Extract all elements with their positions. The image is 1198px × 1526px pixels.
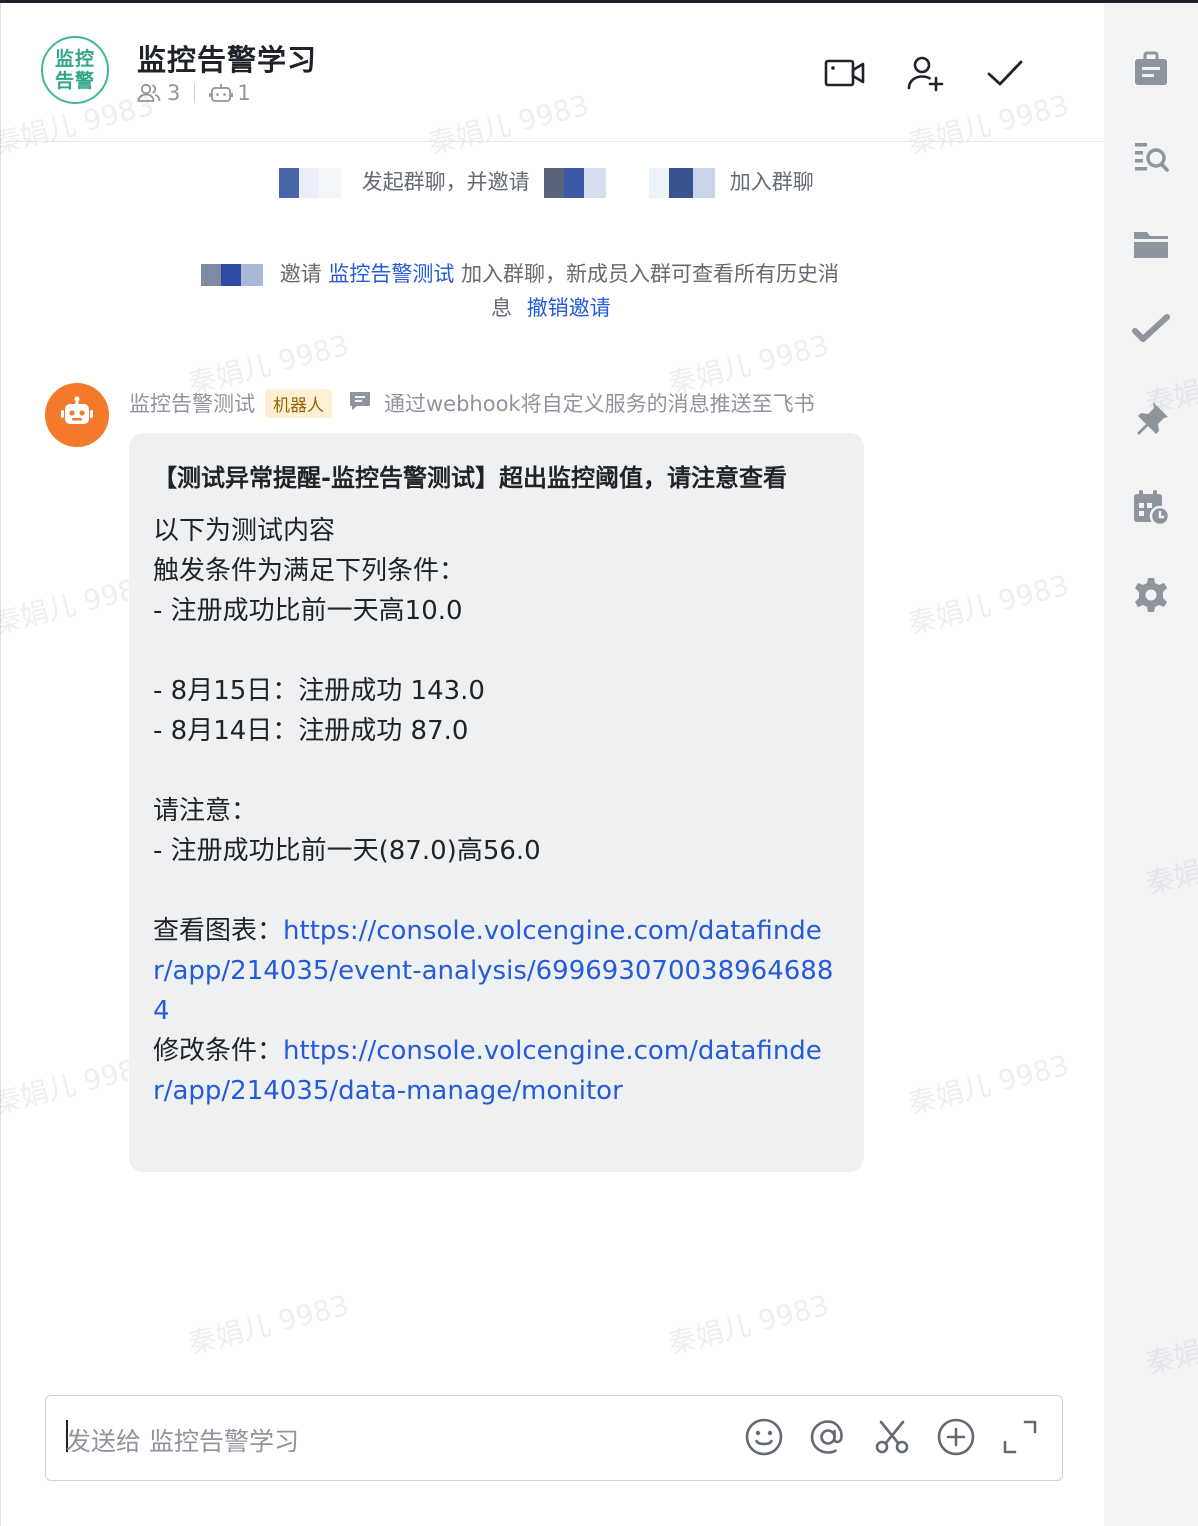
calendar-icon bbox=[1131, 487, 1171, 531]
chart-link-label: 查看图表： bbox=[153, 916, 284, 946]
watermark: 秦娟儿 9983 bbox=[904, 1048, 1073, 1121]
system-text: 发起群聊，并邀请 bbox=[361, 170, 530, 194]
done-button[interactable] bbox=[983, 53, 1027, 97]
add-member-button[interactable] bbox=[903, 53, 947, 97]
announcement-icon bbox=[1131, 49, 1171, 93]
message-line: - 8月15日：注册成功 143.0 bbox=[153, 676, 485, 706]
expand-editor-button[interactable] bbox=[999, 1418, 1041, 1460]
bot-avatar[interactable] bbox=[45, 383, 109, 447]
redacted-avatar bbox=[649, 168, 716, 198]
bot-header: 监控告警测试 机器人 通过webhook将自定义服务的消息推送至飞书 bbox=[129, 388, 815, 418]
message-line: 触发条件为满足下列条件： bbox=[153, 556, 466, 586]
chat-title[interactable]: 监控告警学习 bbox=[137, 37, 317, 79]
header-divider bbox=[5, 141, 1105, 142]
group-avatar-text: 告警 bbox=[54, 70, 95, 92]
mention-button[interactable] bbox=[807, 1418, 849, 1460]
mention-icon bbox=[808, 1417, 848, 1461]
redacted-avatar bbox=[544, 168, 607, 198]
message-line: 请注意： bbox=[153, 796, 258, 826]
system-message-invite-cont: 息 撤销邀请 bbox=[491, 292, 611, 322]
announcement-button[interactable] bbox=[1128, 48, 1174, 94]
files-button[interactable] bbox=[1128, 223, 1174, 269]
members-icon bbox=[137, 82, 161, 104]
system-text: 加入群聊，新成员入群可查看所有历史消 bbox=[461, 262, 840, 286]
video-call-icon bbox=[824, 58, 866, 92]
message-title: 【测试异常提醒-监控告警测试】超出监控阈值，请注意查看 bbox=[153, 464, 787, 492]
watermark: 秦娟儿 9983 bbox=[1142, 1309, 1198, 1381]
video-call-button[interactable] bbox=[823, 53, 867, 97]
bot-name[interactable]: 监控告警测试 bbox=[129, 388, 255, 418]
tasks-button[interactable] bbox=[1128, 310, 1174, 356]
member-count[interactable]: 3 bbox=[167, 81, 180, 105]
chart-link-line: 查看图表：https://console.volcengine.com/data… bbox=[153, 911, 840, 1031]
watermark: 秦娟儿 9983 bbox=[664, 1288, 833, 1361]
message-line: - 注册成功比前一天(87.0)高56.0 bbox=[153, 836, 541, 866]
emoji-button[interactable] bbox=[743, 1418, 785, 1460]
emoji-icon bbox=[744, 1417, 784, 1461]
group-avatar[interactable]: 监控 告警 bbox=[41, 36, 109, 104]
system-message-created: 发起群聊，并邀请 加入群聊 bbox=[279, 166, 814, 198]
edit-link-label: 修改条件： bbox=[153, 1036, 284, 1066]
bot-icon bbox=[209, 82, 234, 104]
settings-button[interactable] bbox=[1128, 574, 1174, 620]
watermark: 秦娟儿 9983 bbox=[424, 88, 593, 161]
scissors-icon bbox=[872, 1417, 912, 1461]
search-history-icon bbox=[1131, 137, 1171, 181]
more-button[interactable] bbox=[935, 1418, 977, 1460]
message-input[interactable]: 发送给 监控告警学习 bbox=[45, 1395, 1063, 1481]
bot-count[interactable]: 1 bbox=[237, 81, 250, 105]
divider bbox=[194, 83, 196, 103]
settings-icon bbox=[1131, 575, 1171, 619]
system-text: 息 bbox=[491, 296, 512, 320]
system-message-invite: 邀请 监控告警测试 加入群聊，新成员入群可查看所有历史消 bbox=[201, 258, 839, 288]
chat-window: 秦娟儿 9983 秦娟儿 9983 秦娟儿 9983 秦娟儿 9983 秦娟儿 … bbox=[0, 3, 1105, 1526]
robot-icon bbox=[59, 395, 95, 435]
group-avatar-text: 监控 bbox=[54, 48, 95, 70]
invitee-link[interactable]: 监控告警测试 bbox=[328, 262, 454, 286]
revoke-invite-link[interactable]: 撤销邀请 bbox=[527, 296, 611, 320]
redacted-avatar bbox=[201, 264, 263, 286]
pin-icon bbox=[1131, 399, 1171, 443]
screenshot-button[interactable] bbox=[871, 1418, 913, 1460]
check-icon bbox=[985, 57, 1025, 93]
edit-link-line: 修改条件：https://console.volcengine.com/data… bbox=[153, 1031, 840, 1111]
folder-icon bbox=[1131, 224, 1171, 268]
bot-description: 通过webhook将自定义服务的消息推送至飞书 bbox=[384, 392, 815, 416]
system-text: 邀请 bbox=[279, 262, 322, 286]
expand-icon bbox=[1001, 1418, 1039, 1460]
message-bubble[interactable]: 【测试异常提醒-监控告警测试】超出监控阈值，请注意查看 以下为测试内容 触发条件… bbox=[129, 433, 864, 1172]
system-text: 加入群聊 bbox=[729, 170, 814, 194]
watermark: 秦娟儿 9983 bbox=[184, 1288, 353, 1361]
pinned-button[interactable] bbox=[1128, 398, 1174, 444]
task-icon bbox=[1131, 311, 1171, 355]
bot-badge: 机器人 bbox=[265, 388, 332, 418]
redacted-avatar bbox=[279, 168, 341, 198]
search-history-button[interactable] bbox=[1128, 136, 1174, 182]
message-line: 以下为测试内容 bbox=[153, 516, 336, 546]
plus-icon bbox=[936, 1417, 976, 1461]
message-icon bbox=[348, 390, 372, 417]
input-placeholder: 发送给 监控告警学习 bbox=[66, 1427, 299, 1456]
message-line: - 8月14日：注册成功 87.0 bbox=[153, 716, 469, 746]
chat-meta: 3 1 bbox=[137, 79, 251, 107]
add-member-icon bbox=[905, 53, 945, 97]
message-line: - 注册成功比前一天高10.0 bbox=[153, 596, 463, 626]
calendar-button[interactable] bbox=[1128, 486, 1174, 532]
watermark: 秦娟儿 9983 bbox=[1142, 829, 1198, 901]
watermark: 秦娟儿 9983 bbox=[904, 568, 1073, 641]
